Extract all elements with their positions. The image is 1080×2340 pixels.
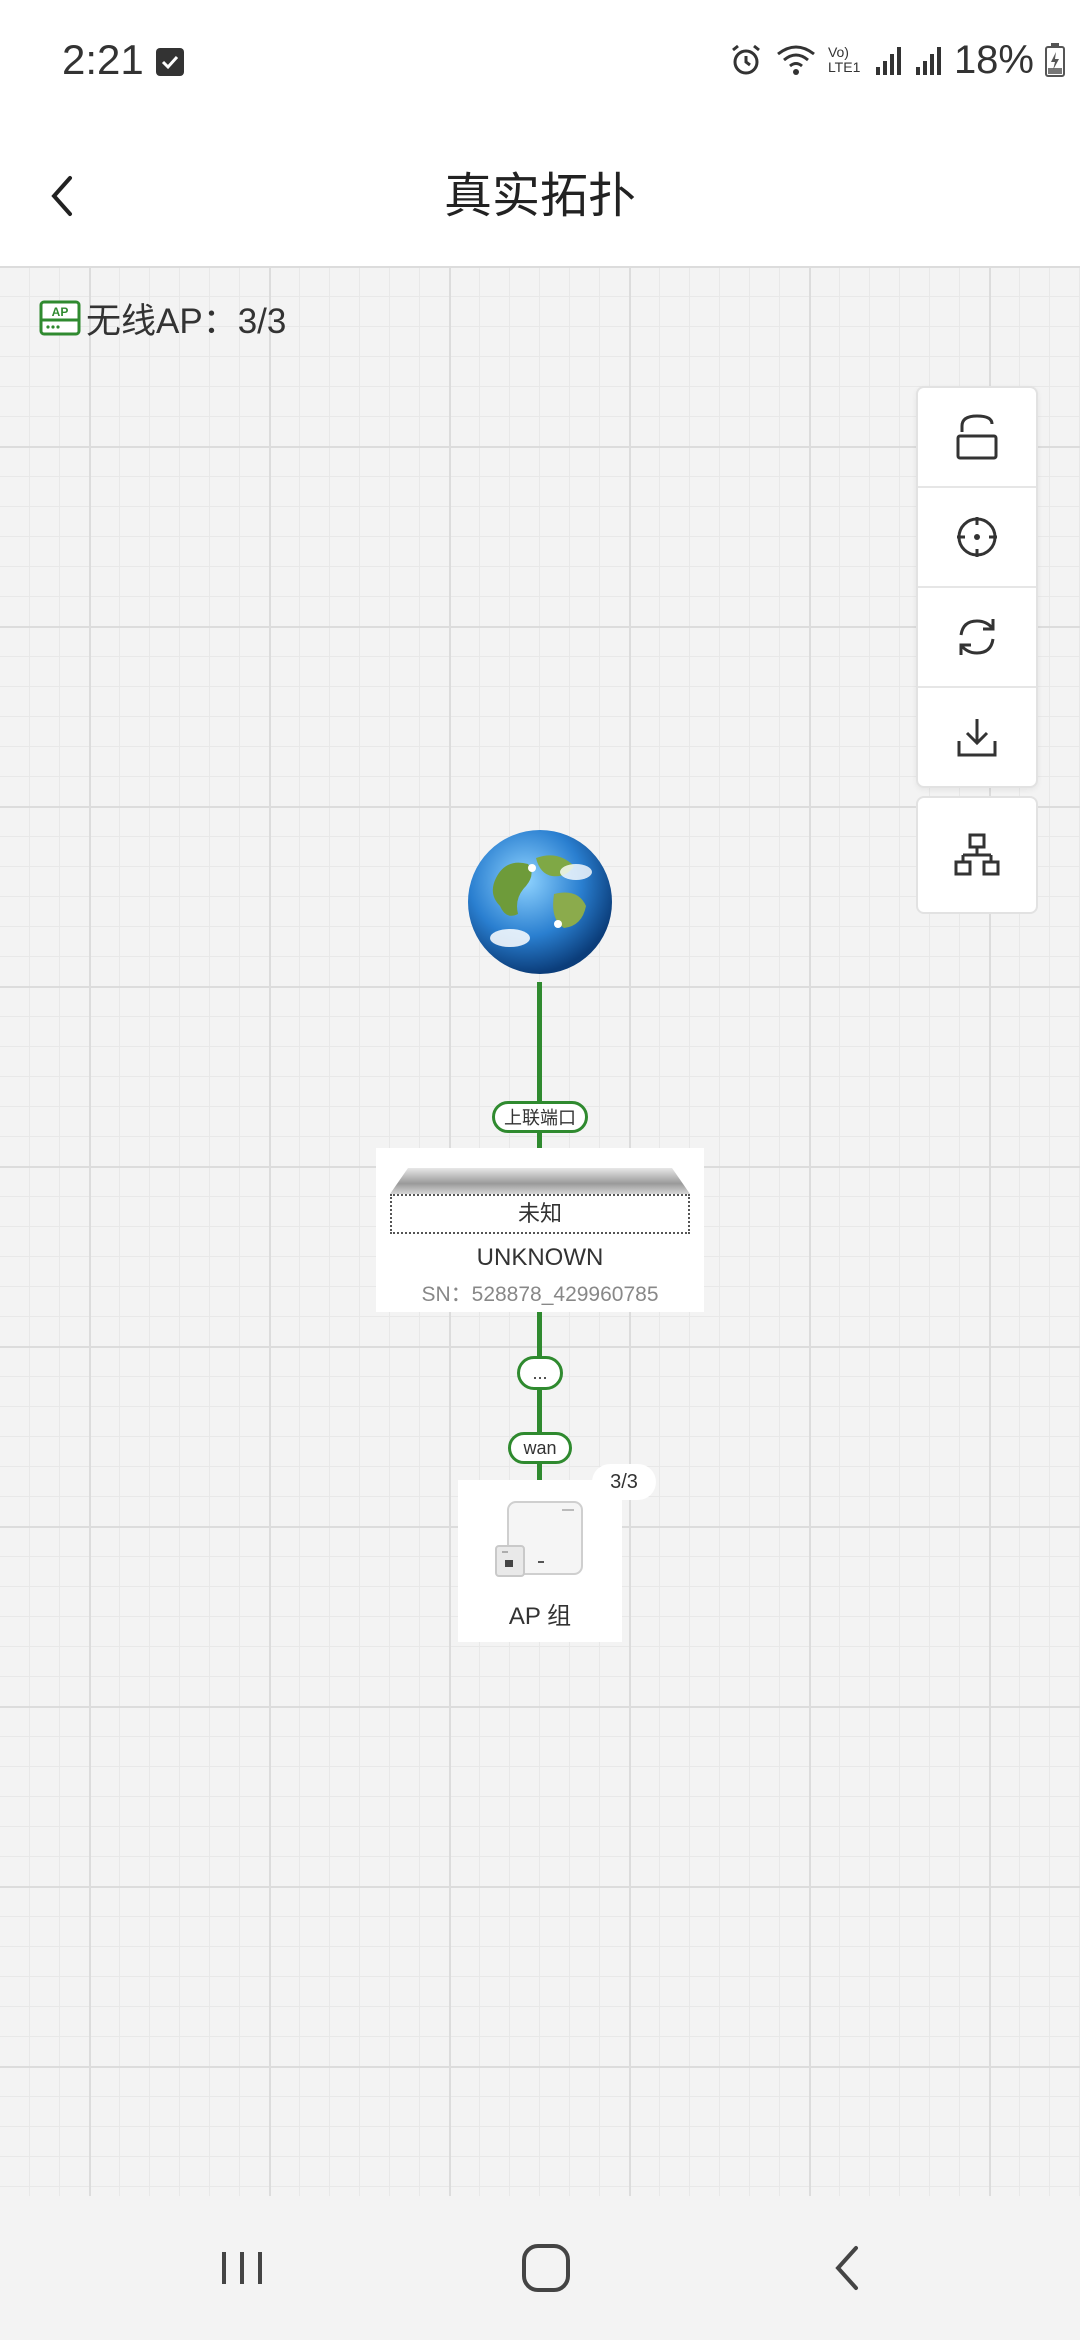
access-point-device-image: [495, 1501, 583, 1577]
status-time: 2:21: [62, 36, 144, 83]
download-icon: [957, 719, 997, 757]
uplink-port-label: 上联端口: [492, 1101, 588, 1133]
topology-layout-button[interactable]: [916, 796, 1038, 914]
signal-icon-2: [915, 47, 941, 75]
system-nav-bar: [0, 2196, 1080, 2340]
ap-group-node[interactable]: AP 组: [458, 1480, 622, 1642]
recent-apps-icon: [222, 2252, 262, 2284]
switch-node[interactable]: 未知 UNKNOWN SN：528878_429960785: [376, 1148, 704, 1312]
system-back-button[interactable]: [812, 2232, 884, 2304]
ap-count-text: 无线AP：3/3: [86, 301, 287, 341]
ap-icon: AP: [39, 300, 81, 336]
locate-button[interactable]: [918, 488, 1036, 588]
refresh-icon: [959, 619, 995, 655]
wifi-icon: [777, 45, 815, 75]
ap-group-count-badge: 3/3: [592, 1464, 656, 1500]
status-icons: Vo) LTE1 18%: [728, 36, 1066, 84]
home-button[interactable]: [510, 2232, 582, 2304]
back-icon: [835, 2246, 858, 2290]
checkbox-notification-icon: [156, 48, 184, 76]
unlock-icon: [956, 414, 998, 460]
battery-charging-icon: [1045, 43, 1065, 77]
ap-count-summary: AP 无线AP：3/3: [38, 296, 286, 341]
app-header: 真实拓扑: [0, 126, 1080, 268]
signal-icon-1: [875, 47, 901, 75]
switch-model: UNKNOWN: [476, 1244, 604, 1271]
alarm-icon: [732, 44, 760, 75]
recent-apps-button[interactable]: [206, 2232, 278, 2304]
wan-port-label: wan: [508, 1432, 572, 1464]
home-icon: [522, 2244, 570, 2292]
svg-text:AP: AP: [52, 305, 69, 319]
canvas-toolbar: [916, 386, 1038, 788]
locate-icon: [957, 517, 997, 557]
switch-device-image: [390, 1168, 690, 1194]
download-button[interactable]: [918, 688, 1036, 786]
topology-layout-icon: [954, 833, 1000, 876]
unlock-button[interactable]: [918, 388, 1036, 488]
battery-percent: 18%: [953, 37, 1034, 82]
switch-serial-number: SN：528878_429960785: [421, 1283, 659, 1306]
internet-globe-icon[interactable]: [466, 828, 614, 976]
refresh-button[interactable]: [918, 588, 1036, 688]
status-bar: 2:21 Vo) LTE1 18%: [0, 0, 1080, 126]
port-ellipsis-label[interactable]: ...: [517, 1356, 563, 1390]
ap-group-label: AP 组: [508, 1603, 572, 1630]
page-title: 真实拓扑: [443, 170, 636, 223]
switch-name: 未知: [390, 1194, 690, 1234]
lte-label: Vo) LTE1: [827, 44, 861, 75]
